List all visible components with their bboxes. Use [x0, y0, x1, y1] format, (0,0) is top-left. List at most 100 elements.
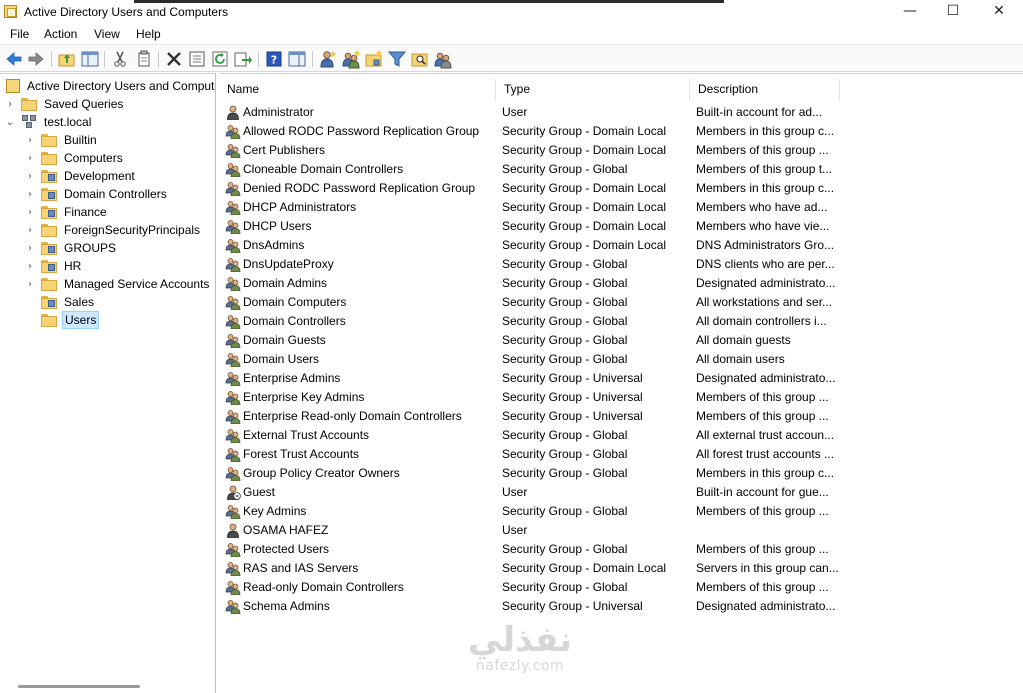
- table-row[interactable]: Key Admins Security Group - Global Members…: [219, 502, 1023, 521]
- table-row[interactable]: DnsAdmins Security Group - Domain Local DN…: [219, 236, 1023, 255]
- table-row[interactable]: OSAMA HAFEZ User: [219, 521, 1023, 540]
- table-row[interactable]: DnsUpdateProxy Security Group - Global DNS…: [219, 255, 1023, 274]
- back-icon[interactable]: [4, 49, 24, 69]
- cell-description: All domain controllers i...: [696, 314, 827, 328]
- tree-item-label: Domain Controllers: [64, 187, 167, 201]
- properties-icon[interactable]: [187, 49, 207, 69]
- cell-name: Cloneable Domain Controllers: [243, 162, 404, 176]
- tree-item-users[interactable]: Users: [24, 311, 100, 329]
- horizontal-scrollbar[interactable]: [18, 685, 140, 688]
- minimize-button[interactable]: —: [887, 0, 933, 24]
- table-row[interactable]: Enterprise Admins Security Group - Univer…: [219, 369, 1023, 388]
- folder-icon: [21, 97, 37, 111]
- delete-icon[interactable]: [164, 49, 184, 69]
- group-icon: [225, 598, 241, 614]
- cell-description: Members in this group c...: [696, 466, 835, 480]
- menu-action[interactable]: Action: [44, 27, 77, 41]
- table-row[interactable]: Guest User Built-in account for gue...: [219, 483, 1023, 502]
- tree-item-domain-controllers[interactable]: › Domain Controllers: [24, 185, 169, 203]
- table-row[interactable]: Enterprise Key Admins Security Group - Un…: [219, 388, 1023, 407]
- tree-item-saved-queries[interactable]: › Saved Queries: [4, 95, 125, 113]
- chevron-right-icon[interactable]: ›: [24, 225, 36, 236]
- tree-item-managed-service-accounts[interactable]: › Managed Service Accounts: [24, 275, 211, 293]
- column-header-type[interactable]: Type: [496, 79, 690, 101]
- menu-file[interactable]: File: [10, 27, 29, 41]
- cell-name: Enterprise Read-only Domain Controllers: [243, 409, 462, 423]
- close-button[interactable]: ✕: [976, 0, 1022, 24]
- show-hide-console-tree-icon[interactable]: [80, 49, 100, 69]
- table-row[interactable]: Schema Admins Security Group - Universal D…: [219, 597, 1023, 616]
- table-row[interactable]: Denied RODC Password Replication Group Se…: [219, 179, 1023, 198]
- group-icon: [225, 427, 241, 443]
- forward-icon[interactable]: [26, 49, 46, 69]
- chevron-right-icon[interactable]: ›: [4, 99, 16, 110]
- refresh-icon[interactable]: [210, 49, 230, 69]
- tree-item-foreign-security-principals[interactable]: › ForeignSecurityPrincipals: [24, 221, 202, 239]
- console-tree[interactable]: Active Directory Users and Compute › Sav…: [0, 73, 216, 693]
- table-row[interactable]: Cert Publishers Security Group - Domain L…: [219, 141, 1023, 160]
- new-ou-icon[interactable]: [364, 49, 384, 69]
- table-row[interactable]: External Trust Accounts Security Group - …: [219, 426, 1023, 445]
- cell-name: Cert Publishers: [243, 143, 326, 157]
- export-list-icon[interactable]: [233, 49, 253, 69]
- cut-icon[interactable]: [110, 49, 130, 69]
- table-row[interactable]: Domain Users Security Group - Global All d…: [219, 350, 1023, 369]
- find-icon[interactable]: [410, 49, 430, 69]
- add-to-group-icon[interactable]: [433, 49, 453, 69]
- table-row[interactable]: Protected Users Security Group - Global Me…: [219, 540, 1023, 559]
- table-row[interactable]: Domain Controllers Security Group - Globa…: [219, 312, 1023, 331]
- menu-help[interactable]: Help: [136, 27, 161, 41]
- details-list[interactable]: Name Type Description Administrator User B…: [219, 73, 1023, 693]
- cell-type: Security Group - Global: [502, 504, 628, 518]
- table-row[interactable]: Cloneable Domain Controllers Security Gro…: [219, 160, 1023, 179]
- chevron-right-icon[interactable]: ›: [24, 135, 36, 146]
- group-icon: [225, 142, 241, 158]
- chevron-right-icon[interactable]: ›: [24, 207, 36, 218]
- up-folder-icon[interactable]: [57, 49, 77, 69]
- table-row[interactable]: Enterprise Read-only Domain Controllers S…: [219, 407, 1023, 426]
- table-row[interactable]: Administrator User Built-in account for ad…: [219, 103, 1023, 122]
- chevron-right-icon[interactable]: ›: [24, 189, 36, 200]
- column-header-name[interactable]: Name: [219, 79, 496, 101]
- chevron-down-icon[interactable]: ⌄: [4, 117, 16, 128]
- chevron-right-icon[interactable]: ›: [24, 279, 36, 290]
- group-icon: [225, 351, 241, 367]
- table-row[interactable]: DHCP Administrators Security Group - Doma…: [219, 198, 1023, 217]
- tree-root-label: Active Directory Users and Compute: [27, 79, 216, 93]
- chevron-right-icon[interactable]: ›: [24, 243, 36, 254]
- menu-view[interactable]: View: [94, 27, 120, 41]
- table-row[interactable]: Domain Admins Security Group - Global Desi…: [219, 274, 1023, 293]
- table-row[interactable]: Forest Trust Accounts Security Group - Gl…: [219, 445, 1023, 464]
- tree-item-sales[interactable]: Sales: [24, 293, 96, 311]
- tree-item-computers[interactable]: › Computers: [24, 149, 125, 167]
- tree-item-finance[interactable]: › Finance: [24, 203, 109, 221]
- column-header-description[interactable]: Description: [690, 79, 840, 101]
- help-icon[interactable]: ?: [264, 49, 284, 69]
- table-row[interactable]: RAS and IAS Servers Security Group - Doma…: [219, 559, 1023, 578]
- new-group-icon[interactable]: [341, 49, 361, 69]
- chevron-right-icon[interactable]: ›: [24, 153, 36, 164]
- table-row[interactable]: Read-only Domain Controllers Security Gro…: [219, 578, 1023, 597]
- show-action-pane-icon[interactable]: [287, 49, 307, 69]
- cell-name: Enterprise Admins: [243, 371, 341, 385]
- chevron-right-icon[interactable]: ›: [24, 261, 36, 272]
- table-row[interactable]: Domain Guests Security Group - Global All …: [219, 331, 1023, 350]
- tree-item-builtin[interactable]: › Builtin: [24, 131, 99, 149]
- cell-name: External Trust Accounts: [243, 428, 370, 442]
- table-row[interactable]: Group Policy Creator Owners Security Grou…: [219, 464, 1023, 483]
- tree-root[interactable]: Active Directory Users and Compute: [4, 77, 216, 95]
- maximize-button[interactable]: ☐: [930, 0, 976, 24]
- tree-item-hr[interactable]: › HR: [24, 257, 83, 275]
- cell-name: Guest: [243, 485, 276, 499]
- tree-item-label: GROUPS: [64, 241, 117, 255]
- chevron-right-icon[interactable]: ›: [24, 171, 36, 182]
- filter-icon[interactable]: [387, 49, 407, 69]
- table-row[interactable]: DHCP Users Security Group - Domain Local M…: [219, 217, 1023, 236]
- tree-item-domain[interactable]: ⌄ test.local: [4, 113, 93, 131]
- table-row[interactable]: Allowed RODC Password Replication Group S…: [219, 122, 1023, 141]
- copy-icon[interactable]: [134, 49, 154, 69]
- tree-item-groups[interactable]: › GROUPS: [24, 239, 118, 257]
- table-row[interactable]: Domain Computers Security Group - Global A…: [219, 293, 1023, 312]
- new-user-icon[interactable]: [318, 49, 338, 69]
- tree-item-development[interactable]: › Development: [24, 167, 137, 185]
